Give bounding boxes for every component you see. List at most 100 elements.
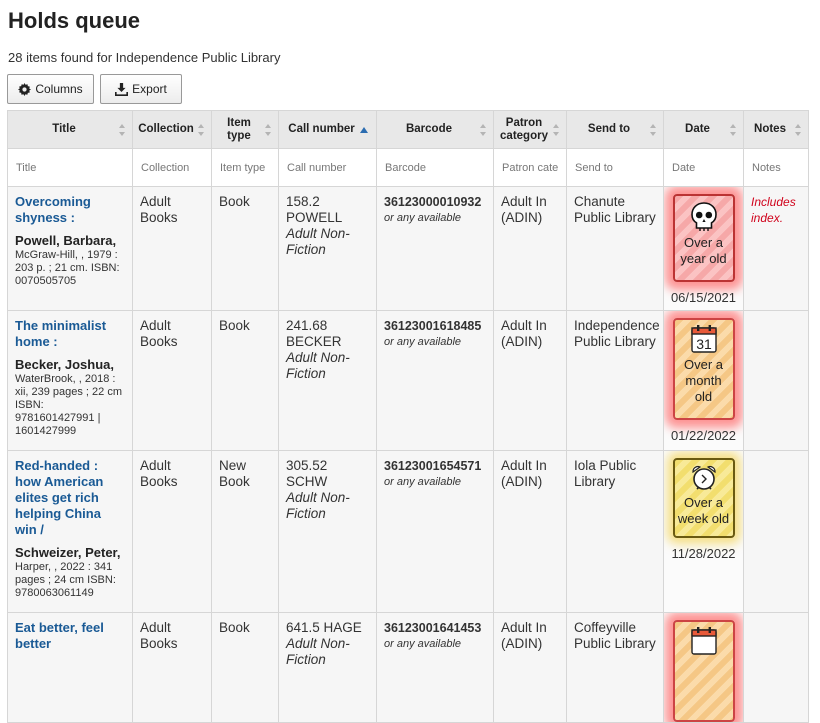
filter-title[interactable]: Title bbox=[7, 148, 133, 187]
column-header-title-label: Title bbox=[52, 123, 76, 135]
filter-sendto[interactable]: Send to bbox=[566, 148, 664, 187]
column-header-itemtype[interactable]: Item type bbox=[211, 110, 279, 149]
skull-icon bbox=[690, 202, 717, 231]
filter-notes[interactable]: Notes bbox=[743, 148, 809, 187]
title-link[interactable]: Red-handed : how American elites get ric… bbox=[15, 458, 125, 538]
callnumber-location: Adult Non-Fiction bbox=[286, 636, 350, 667]
age-badge: Over a year old bbox=[672, 194, 735, 282]
callnumber-cell: 158.2 POWELL Adult Non-Fiction bbox=[278, 186, 377, 311]
barcode-note: or any available bbox=[384, 212, 462, 224]
sort-icon bbox=[198, 123, 205, 136]
notes-cell bbox=[743, 612, 809, 723]
callnumber-cell: 305.52 SCHW Adult Non-Fiction bbox=[278, 450, 377, 613]
date-cell: 31 Over a month old 01/22/2022 bbox=[663, 310, 744, 451]
barcode-cell: 36123001654571 or any available bbox=[376, 450, 494, 613]
age-badge: Over a week old bbox=[672, 458, 735, 538]
collection-cell: Adult Books bbox=[132, 612, 212, 723]
publication-details: Harper, , 2022 : 341 pages ; 24 cm ISBN:… bbox=[15, 561, 116, 599]
download-icon bbox=[115, 82, 129, 96]
date-value: 11/28/2022 bbox=[671, 546, 736, 561]
filter-date[interactable]: Date bbox=[663, 148, 744, 187]
notes-cell: Includes index. bbox=[743, 186, 809, 311]
sort-icon bbox=[480, 123, 487, 136]
column-header-date[interactable]: Date bbox=[663, 110, 744, 149]
filter-callnumber[interactable]: Call number bbox=[278, 148, 377, 187]
title-cell: Eat better, feel better bbox=[7, 612, 133, 723]
page-title: Holds queue bbox=[8, 8, 141, 33]
notes-cell bbox=[743, 450, 809, 613]
age-badge bbox=[672, 620, 735, 722]
table-row: Red-handed : how American elites get ric… bbox=[7, 450, 809, 613]
export-button[interactable]: Export bbox=[100, 74, 182, 104]
column-header-callnumber-label: Call number bbox=[288, 123, 355, 135]
age-label: Over a month old bbox=[683, 357, 723, 404]
filter-collection[interactable]: Collection bbox=[132, 148, 212, 187]
column-header-patron-label: Patron category bbox=[500, 116, 548, 142]
callnumber: 641.5 HAGE bbox=[286, 620, 362, 635]
title-cell: Overcoming shyness : Powell, Barbara, Mc… bbox=[7, 186, 133, 311]
column-header-notes[interactable]: Notes bbox=[743, 110, 809, 149]
barcode: 36123001618485 bbox=[384, 319, 482, 333]
table-row: Overcoming shyness : Powell, Barbara, Mc… bbox=[7, 186, 809, 311]
age-label: Over a year old bbox=[680, 235, 727, 266]
publication-details: McGraw-Hill, , 1979 : 203 p. ; 21 cm. IS… bbox=[15, 249, 120, 287]
filter-itemtype[interactable]: Item type bbox=[211, 148, 279, 187]
publication-details: WaterBrook, , 2018 : xii, 239 pages ; 22… bbox=[15, 373, 123, 437]
columns-button-label: Columns bbox=[35, 82, 83, 96]
barcode-note: or any available bbox=[384, 638, 462, 650]
barcode-note: or any available bbox=[384, 476, 462, 488]
column-header-callnumber[interactable]: Call number bbox=[278, 110, 377, 149]
itemtype-cell: New Book bbox=[211, 450, 279, 613]
patron-cell: Adult In (ADIN) bbox=[493, 450, 567, 613]
sendto-cell: Chanute Public Library bbox=[566, 186, 664, 311]
itemtype-cell: Book bbox=[211, 310, 279, 451]
alarm-clock-icon bbox=[691, 465, 716, 490]
date-cell: Over a week old 11/28/2022 bbox=[663, 450, 744, 613]
barcode: 36123001641453 bbox=[384, 621, 482, 635]
collection-cell: Adult Books bbox=[132, 450, 212, 613]
title-link[interactable]: Eat better, feel better bbox=[15, 620, 125, 652]
sendto-cell: Iola Public Library bbox=[566, 450, 664, 613]
callnumber-location: Adult Non-Fiction bbox=[286, 490, 350, 521]
column-header-sendto[interactable]: Send to bbox=[566, 110, 664, 149]
collection-cell: Adult Books bbox=[132, 310, 212, 451]
column-header-patron[interactable]: Patron category bbox=[493, 110, 567, 149]
filter-patron[interactable]: Patron cate bbox=[493, 148, 567, 187]
notes-cell bbox=[743, 310, 809, 451]
columns-button[interactable]: Columns bbox=[7, 74, 94, 104]
callnumber: 241.68 BECKER bbox=[286, 318, 342, 349]
callnumber: 158.2 POWELL bbox=[286, 194, 343, 225]
age-badge: 31 Over a month old bbox=[672, 318, 735, 420]
author: Becker, Joshua, bbox=[15, 357, 114, 372]
patron-cell: Adult In (ADIN) bbox=[493, 612, 567, 723]
calendar-icon bbox=[690, 627, 717, 655]
sort-icon bbox=[119, 123, 126, 136]
column-header-barcode[interactable]: Barcode bbox=[376, 110, 494, 149]
title-link[interactable]: Overcoming shyness : bbox=[15, 194, 125, 226]
sendto-cell: Coffeyville Public Library bbox=[566, 612, 664, 723]
note-text: Includes index. bbox=[751, 195, 796, 225]
column-header-date-label: Date bbox=[685, 123, 710, 135]
callnumber: 305.52 SCHW bbox=[286, 458, 328, 489]
author: Powell, Barbara, bbox=[15, 233, 117, 248]
sendto-cell: Independence Public Library bbox=[566, 310, 664, 451]
sort-icon bbox=[795, 123, 802, 136]
export-button-label: Export bbox=[132, 82, 167, 96]
filter-barcode[interactable]: Barcode bbox=[376, 148, 494, 187]
sort-icon bbox=[650, 123, 657, 136]
patron-cell: Adult In (ADIN) bbox=[493, 310, 567, 451]
column-header-title[interactable]: Title bbox=[7, 110, 133, 149]
barcode-cell: 36123000010932 or any available bbox=[376, 186, 494, 311]
column-header-barcode-label: Barcode bbox=[405, 123, 453, 135]
table-row: Eat better, feel better Adult Books Book… bbox=[7, 612, 809, 723]
callnumber-cell: 641.5 HAGE Adult Non-Fiction bbox=[278, 612, 377, 723]
title-link[interactable]: The minimalist home : bbox=[15, 318, 125, 350]
table-row: The minimalist home : Becker, Joshua, Wa… bbox=[7, 310, 809, 451]
callnumber-cell: 241.68 BECKER Adult Non-Fiction bbox=[278, 310, 377, 451]
column-header-collection[interactable]: Collection bbox=[132, 110, 212, 149]
column-header-itemtype-label: Item type bbox=[227, 116, 251, 142]
sort-icon bbox=[265, 123, 272, 136]
barcode: 36123000010932 bbox=[384, 195, 482, 209]
collection-cell: Adult Books bbox=[132, 186, 212, 311]
column-header-sendto-label: Send to bbox=[587, 123, 631, 135]
